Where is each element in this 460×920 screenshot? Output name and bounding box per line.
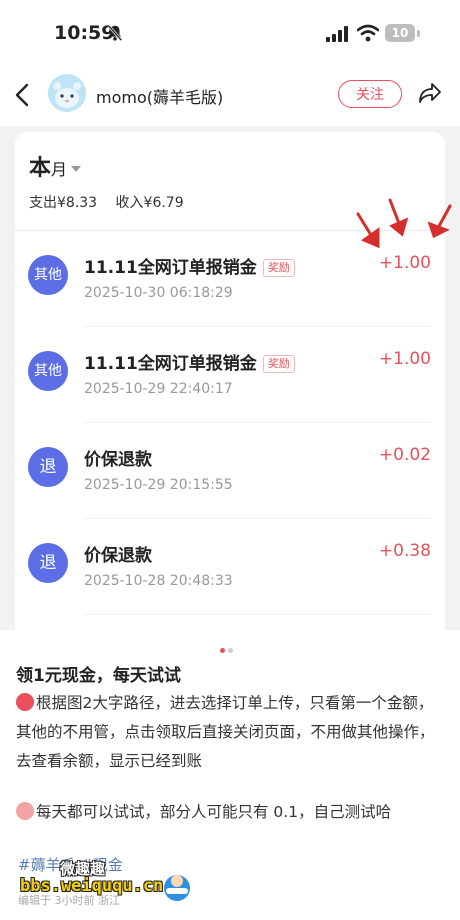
back-chevron-icon[interactable] (14, 82, 30, 108)
transaction-date: 2025-10-29 22:40:17 (84, 381, 233, 397)
transaction-title-text: 11.11全网订单报销金 (84, 258, 257, 278)
status-bar: 10:59 10 (0, 0, 460, 66)
indicator-dot-active (220, 648, 225, 653)
transaction-date: 2025-10-30 06:18:29 (84, 285, 233, 301)
transaction-row[interactable]: 其他 11.11全网订单报销金 奖励 2025-10-29 22:40:17 +1… (15, 327, 445, 423)
arrow-mark (388, 198, 409, 237)
dropdown-caret-icon (71, 166, 82, 172)
transaction-row[interactable]: 退 价保退款 2025-10-28 20:48:33 +0.38 (15, 519, 445, 615)
post-paragraph: 根据图2大字路径，进去选择订单上传，只看第一个金额，其他的不用管，点击领取后直接… (16, 689, 444, 776)
bell-slash-icon (107, 24, 123, 42)
battery-tip (417, 30, 420, 37)
category-icon: 退 (28, 543, 68, 583)
teapot-emoji-icon (16, 693, 34, 711)
transaction-title: 11.11全网订单报销金 奖励 (84, 349, 295, 374)
transaction-amount: +0.38 (378, 541, 431, 561)
avatar-image (48, 74, 86, 112)
category-icon: 其他 (28, 351, 68, 391)
cellular-signal-icon (326, 26, 348, 42)
month-sub: 月 (51, 160, 68, 179)
transaction-amount: +0.02 (378, 445, 431, 465)
carousel-indicator (220, 638, 236, 657)
transaction-amount: +1.00 (378, 349, 431, 369)
page-title: momo(薅羊毛版) (96, 88, 224, 107)
reward-badge: 奖励 (262, 259, 295, 277)
income-total: 收入¥6.79 (115, 195, 184, 211)
follow-button[interactable]: 关注 (338, 80, 402, 108)
post-title: 领1元现金，每天试试 (16, 666, 181, 686)
category-icon: 退 (28, 447, 68, 487)
reward-badge: 奖励 (262, 355, 295, 373)
month-main: 本 (29, 156, 52, 181)
summary-line: 支出¥8.33 收入¥6.79 (29, 192, 198, 212)
month-selector[interactable]: 本月 (29, 150, 82, 182)
transaction-title: 11.11全网订单报销金 奖励 (84, 253, 295, 278)
transaction-amount: +1.00 (378, 253, 431, 273)
transaction-row[interactable]: 退 价保退款 2025-10-29 20:15:55 +0.02 (15, 423, 445, 519)
arrow-mark (356, 212, 380, 249)
indicator-dot (228, 648, 233, 653)
category-icon: 其他 (28, 255, 68, 295)
row-separator (84, 614, 431, 615)
transaction-date: 2025-10-29 20:15:55 (84, 477, 233, 493)
watermark-logo-icon (164, 875, 190, 901)
face-emoji-icon (16, 802, 34, 820)
transaction-date: 2025-10-28 20:48:33 (84, 573, 233, 589)
wifi-icon (357, 24, 379, 42)
arrow-mark (427, 204, 452, 239)
battery-icon: 10 (385, 24, 415, 42)
transaction-title-text: 11.11全网订单报销金 (84, 354, 257, 374)
post-paragraph-text: 每天都可以试试，部分人可能只有 0.1，自己测试哈 (36, 803, 392, 821)
annotation-arrows (356, 198, 452, 249)
avatar[interactable] (48, 74, 86, 112)
watermark-url: bbs.weiququ.cn (20, 876, 164, 896)
share-icon[interactable] (418, 82, 442, 104)
post-paragraph-text: 根据图2大字路径，进去选择订单上传，只看第一个金额，其他的不用管，点击领取后直接… (16, 694, 435, 770)
nav-bar: momo(薅羊毛版) 关注 (0, 66, 460, 126)
expense-total: 支出¥8.33 (29, 195, 98, 211)
post-paragraph: 每天都可以试试，部分人可能只有 0.1，自己测试哈 (16, 798, 444, 827)
transaction-title: 价保退款 (84, 450, 152, 470)
transaction-title: 价保退款 (84, 546, 152, 566)
